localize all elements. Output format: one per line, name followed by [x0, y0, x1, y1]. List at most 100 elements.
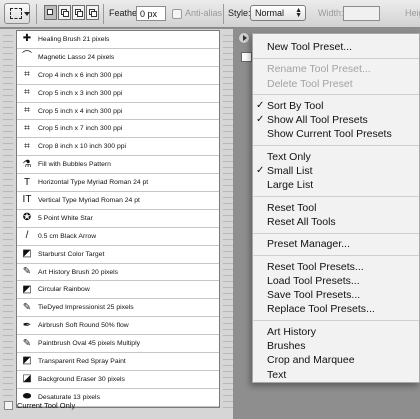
- list-item-label: Fill with Bubbles Pattern: [38, 161, 111, 169]
- menu-separator: [253, 145, 419, 147]
- paint-bucket-icon: ⚗: [22, 158, 32, 170]
- menu-item[interactable]: Show Current Tool Presets: [253, 127, 419, 141]
- menu-separator: [253, 94, 419, 96]
- menu-item-label: Reset Tool: [267, 201, 317, 214]
- list-item-label: Circular Rainbow: [38, 286, 90, 294]
- feather-input[interactable]: [136, 6, 166, 21]
- menu-item[interactable]: Replace Tool Presets...: [253, 302, 419, 316]
- list-item-label: Airbrush Soft Round 50% flow: [38, 322, 129, 330]
- list-item[interactable]: T Horizontal Type Myriad Roman 24 pt: [17, 174, 219, 193]
- art-history-brush-icon: ✎: [22, 301, 32, 313]
- list-item-label: Background Eraser 30 pixels: [38, 375, 125, 383]
- triangle-right-icon: [243, 35, 247, 41]
- list-item[interactable]: ⌗ Crop 5 inch x 3 inch 300 ppi: [17, 85, 219, 103]
- new-selection-button[interactable]: [44, 5, 57, 20]
- menu-item-label: Show Current Tool Presets: [267, 128, 392, 141]
- list-item[interactable]: ⌒ Magnetic Lasso 24 pixels: [17, 49, 219, 67]
- list-item[interactable]: IT Vertical Type Myriad Roman 24 pt: [17, 192, 219, 210]
- list-item[interactable]: ⌗ Crop 8 inch x 10 inch 300 ppi: [17, 138, 219, 157]
- width-label: Width:: [318, 8, 344, 18]
- list-item-label: Vertical Type Myriad Roman 24 pt: [38, 196, 140, 204]
- healing-brush-icon: ✚: [22, 33, 32, 45]
- menu-item[interactable]: Reset Tool Presets...: [253, 260, 419, 274]
- menu-item-label: Preset Manager...: [267, 238, 350, 251]
- menu-item-label: Sort By Tool: [267, 99, 324, 112]
- list-item[interactable]: ⌗ Crop 5 inch x 4 inch 300 ppi: [17, 103, 219, 121]
- star-shape-icon: ✪: [22, 212, 32, 224]
- divider: [103, 4, 104, 24]
- list-item[interactable]: ⌗ Crop 5 inch x 7 inch 300 ppi: [17, 120, 219, 139]
- menu-item[interactable]: Load Tool Presets...: [253, 274, 419, 288]
- list-item-label: Crop 5 inch x 4 inch 300 ppi: [38, 107, 123, 115]
- menu-separator: [253, 320, 419, 322]
- list-item-label: 0.5 cm Black Arrow: [38, 232, 97, 240]
- current-tool-only[interactable]: Current Tool Only: [4, 401, 75, 410]
- crop-icon: ⌗: [24, 69, 30, 81]
- crop-icon: ⌗: [24, 122, 30, 134]
- selection-mode-group: [44, 5, 100, 20]
- menu-item[interactable]: ✓ Sort By Tool: [253, 99, 419, 113]
- airbrush-icon: ✒: [22, 319, 32, 331]
- intersect-selection-button[interactable]: [86, 5, 99, 20]
- list-item-label: Healing Brush 21 pixels: [38, 35, 110, 43]
- checkmark-icon: ✓: [256, 114, 265, 126]
- horizontal-type-icon: T: [23, 176, 31, 188]
- list-item-label: Crop 4 inch x 6 inch 300 ppi: [38, 71, 123, 79]
- new-preset-icon[interactable]: [241, 52, 252, 62]
- list-item[interactable]: ◪ Background Eraser 30 pixels: [17, 371, 219, 389]
- list-item[interactable]: ✪ 5 Point White Star: [17, 210, 219, 228]
- menu-item[interactable]: Brushes: [253, 339, 419, 353]
- menu-item[interactable]: Crop and Marquee: [253, 353, 419, 367]
- menu-item[interactable]: Text: [253, 368, 419, 382]
- antialias-checkbox[interactable]: [172, 9, 182, 19]
- tool-preset-picker-button[interactable]: [4, 3, 30, 24]
- list-item-label: Art History Brush 20 pixels: [38, 268, 119, 276]
- list-item-label: Crop 5 inch x 3 inch 300 ppi: [38, 89, 123, 97]
- menu-item[interactable]: New Tool Preset...: [253, 40, 419, 54]
- menu-item-label: Show All Tool Presets: [267, 114, 368, 127]
- divider: [36, 4, 37, 24]
- list-item-label: Paintbrush Oval 45 pixels Multiply: [38, 340, 140, 348]
- menu-item-label: Replace Tool Presets...: [267, 303, 375, 316]
- style-select[interactable]: Normal ▲ ▼: [250, 5, 306, 21]
- list-item[interactable]: ✎ TieDyed Impressionist 25 pixels: [17, 299, 219, 318]
- list-item[interactable]: ⚗ Fill with Bubbles Pattern: [17, 156, 219, 175]
- menu-item[interactable]: ✓ Show All Tool Presets: [253, 113, 419, 127]
- menu-item[interactable]: Reset Tool: [253, 201, 419, 215]
- menu-item[interactable]: Text Only: [253, 150, 419, 164]
- menu-item[interactable]: Large List: [253, 178, 419, 192]
- chevron-down-icon: [24, 12, 30, 16]
- list-item[interactable]: ◩ Transparent Red Spray Paint: [17, 353, 219, 371]
- menu-separator: [253, 232, 419, 234]
- list-item[interactable]: ✎ Paintbrush Oval 45 pixels Multiply: [17, 335, 219, 354]
- magnetic-lasso-icon: ⌒: [22, 51, 32, 63]
- menu-separator: [253, 57, 419, 59]
- list-item[interactable]: ✒ Airbrush Soft Round 50% flow: [17, 317, 219, 336]
- list-item[interactable]: / 0.5 cm Black Arrow: [17, 228, 219, 246]
- panel-menu-button[interactable]: [238, 32, 250, 44]
- list-item[interactable]: ✎ Art History Brush 20 pixels: [17, 264, 219, 282]
- current-tool-only-checkbox[interactable]: [4, 401, 13, 410]
- menu-item-label: Save Tool Presets...: [267, 289, 361, 302]
- crop-icon: ⌗: [24, 87, 30, 99]
- list-item-label: Crop 8 inch x 10 inch 300 ppi: [38, 143, 127, 151]
- menu-item[interactable]: Preset Manager...: [253, 237, 419, 251]
- list-item[interactable]: ◩ Circular Rainbow: [17, 281, 219, 300]
- menu-item[interactable]: ✓ Small List: [253, 164, 419, 178]
- list-item[interactable]: ◩ Starburst Color Target: [17, 246, 219, 264]
- list-item-label: TieDyed Impressionist 25 pixels: [38, 304, 134, 312]
- add-to-selection-button[interactable]: [58, 5, 71, 20]
- menu-item: Delete Tool Preset: [253, 77, 419, 91]
- menu-item[interactable]: Save Tool Presets...: [253, 288, 419, 302]
- style-value: Normal: [255, 8, 285, 18]
- subtract-from-selection-button[interactable]: [72, 5, 85, 20]
- list-item[interactable]: ✚ Healing Brush 21 pixels: [17, 31, 219, 49]
- crop-icon: ⌗: [24, 140, 30, 152]
- list-item[interactable]: ⌗ Crop 4 inch x 6 inch 300 ppi: [17, 67, 219, 85]
- preset-list: ✚ Healing Brush 21 pixels ⌒ Magnetic Lasso …: [16, 30, 220, 408]
- height-label: Heig: [405, 8, 420, 18]
- vertical-type-icon: IT: [22, 194, 32, 206]
- menu-item[interactable]: Reset All Tools: [253, 215, 419, 229]
- menu-item[interactable]: Art History: [253, 325, 419, 339]
- style-label: Style:: [228, 8, 251, 18]
